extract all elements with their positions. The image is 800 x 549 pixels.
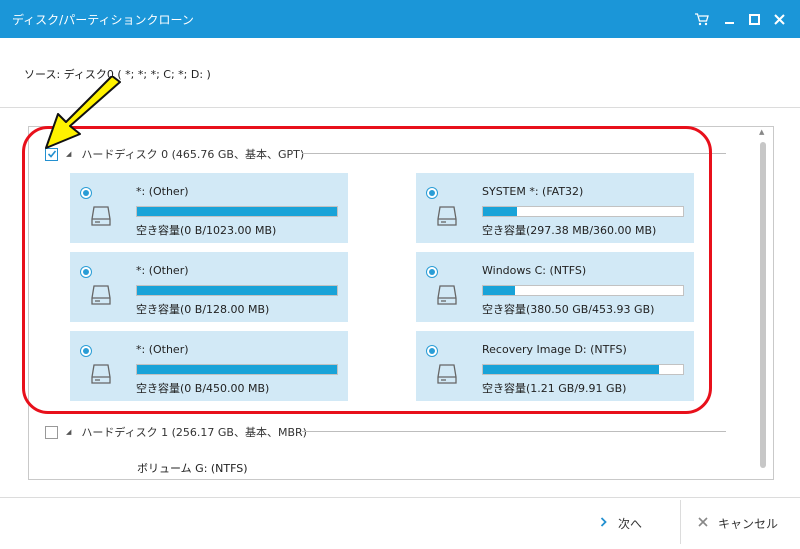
maximize-icon[interactable] [744, 9, 764, 29]
collapse-triangle-icon[interactable]: ◢ [66, 150, 71, 158]
drive-icon [91, 285, 111, 305]
partition-card[interactable]: Recovery Image D: (NTFS) 空き容量(1.21 GB/9.… [416, 331, 694, 401]
partition-card[interactable]: SYSTEM *: (FAT32) 空き容量(297.38 MB/360.00 … [416, 173, 694, 243]
divider [0, 497, 800, 498]
cancel-button[interactable]: キャンセル [698, 505, 778, 541]
next-button-label: 次へ [618, 516, 643, 531]
usage-bar [482, 285, 684, 296]
divider [302, 431, 726, 432]
close-icon [698, 516, 708, 531]
usage-bar [136, 206, 338, 217]
volume-label[interactable]: ボリューム G: (NTFS) [137, 460, 248, 476]
partition-card[interactable]: *: (Other) 空き容量(0 B/450.00 MB) [70, 331, 348, 401]
collapse-triangle-icon[interactable]: ◢ [66, 428, 71, 436]
partition-name: SYSTEM *: (FAT32) [482, 185, 584, 198]
radio-selected-icon[interactable] [80, 187, 92, 199]
free-space: 空き容量(0 B/450.00 MB) [136, 382, 270, 395]
radio-selected-icon[interactable] [426, 345, 438, 357]
partition-card[interactable]: Windows C: (NTFS) 空き容量(380.50 GB/453.93 … [416, 252, 694, 322]
free-space: 空き容量(297.38 MB/360.00 MB) [482, 224, 657, 237]
partition-card[interactable]: *: (Other) 空き容量(0 B/128.00 MB) [70, 252, 348, 322]
divider [680, 500, 681, 544]
scrollbar[interactable] [760, 142, 766, 468]
partition-name: Windows C: (NTFS) [482, 264, 587, 277]
partition-name: *: (Other) [136, 185, 189, 198]
free-space: 空き容量(380.50 GB/453.93 GB) [482, 303, 655, 316]
disk1-checkbox[interactable] [45, 425, 58, 439]
drive-icon [437, 285, 457, 305]
free-space: 空き容量(0 B/128.00 MB) [136, 303, 270, 316]
title-bar: ディスク/パーティションクローン [0, 0, 800, 38]
radio-selected-icon[interactable] [80, 266, 92, 278]
source-label: ソース: ディスク0 ( *; *; *; C; *; D: ) [24, 68, 211, 81]
next-button[interactable]: 次へ [600, 505, 642, 541]
usage-bar [136, 285, 338, 296]
partition-card[interactable]: *: (Other) 空き容量(0 B/1023.00 MB) [70, 173, 348, 243]
partition-name: *: (Other) [136, 343, 189, 356]
drive-icon [437, 206, 457, 226]
free-space: 空き容量(0 B/1023.00 MB) [136, 224, 277, 237]
free-space: 空き容量(1.21 GB/9.91 GB) [482, 382, 627, 395]
close-icon[interactable] [769, 9, 789, 29]
disk0-header: ◢ ハードディスク 0 (465.76 GB、基本、GPT) [45, 146, 304, 162]
scroll-up-icon[interactable]: ▲ [759, 128, 764, 136]
radio-selected-icon[interactable] [426, 187, 438, 199]
drive-icon [437, 364, 457, 384]
disk1-header: ◢ ハードディスク 1 (256.17 GB、基本、MBR) [45, 424, 307, 440]
radio-selected-icon[interactable] [426, 266, 438, 278]
usage-bar [482, 206, 684, 217]
drive-icon [91, 206, 111, 226]
usage-bar [482, 364, 684, 375]
chevron-right-icon [600, 516, 608, 531]
minimize-icon[interactable] [719, 9, 739, 29]
disk0-checkbox[interactable] [45, 147, 58, 161]
radio-selected-icon[interactable] [80, 345, 92, 357]
divider [0, 107, 800, 108]
usage-bar [136, 364, 338, 375]
partition-name: Recovery Image D: (NTFS) [482, 343, 627, 356]
disk0-label: ハードディスク 0 (465.76 GB、基本、GPT) [81, 148, 305, 161]
divider [302, 153, 726, 154]
drive-icon [91, 364, 111, 384]
cart-icon[interactable] [692, 9, 712, 29]
partition-name: *: (Other) [136, 264, 189, 277]
cancel-button-label: キャンセル [718, 516, 779, 531]
window-title: ディスク/パーティションクローン [12, 13, 194, 27]
disk1-label: ハードディスク 1 (256.17 GB、基本、MBR) [81, 426, 307, 439]
